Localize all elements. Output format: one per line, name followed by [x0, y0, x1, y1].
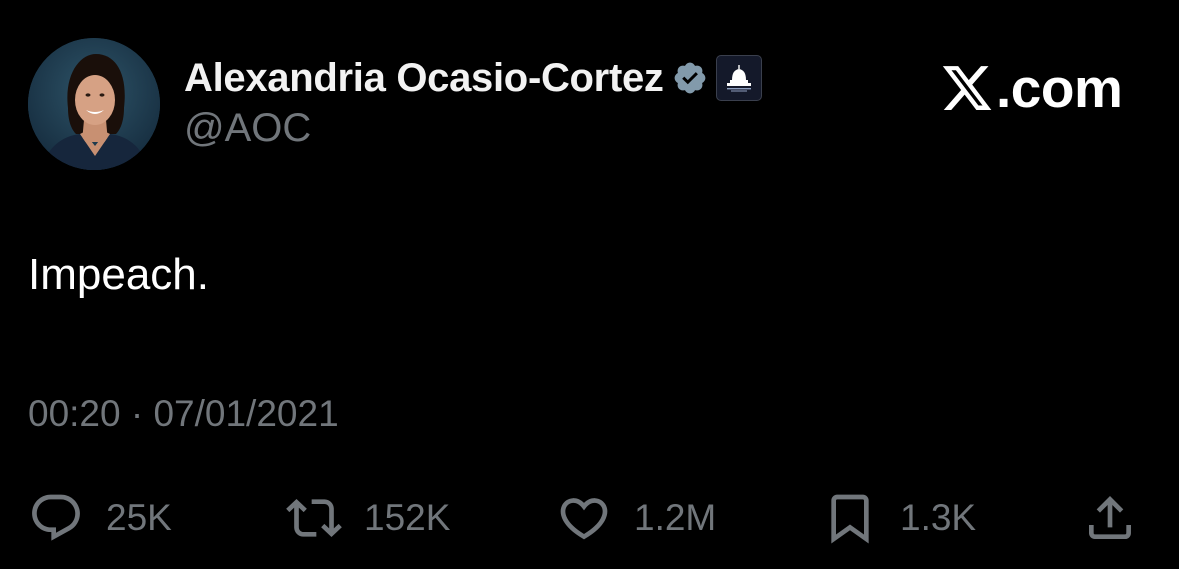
reply-icon — [28, 490, 84, 546]
tweet-text: Impeach. — [28, 250, 209, 299]
author-name-row: Alexandria Ocasio-Cortez — [184, 52, 762, 104]
tweet-actions-bar: 25K 152K 1.2M 1.3K — [0, 486, 1179, 550]
house-democrats-capitol-icon[interactable] — [715, 55, 762, 101]
verified-badge-icon[interactable] — [672, 60, 708, 96]
heart-icon — [556, 490, 612, 546]
repost-count: 152K — [364, 497, 451, 538]
author-display-name[interactable]: Alexandria Ocasio-Cortez — [184, 56, 664, 101]
like-button[interactable]: 1.2M — [556, 486, 716, 550]
share-icon — [1082, 490, 1138, 546]
share-button[interactable] — [1082, 486, 1138, 550]
bookmark-count: 1.3K — [900, 497, 977, 538]
like-count: 1.2M — [634, 497, 717, 538]
reply-count: 25K — [106, 497, 172, 538]
bookmark-button[interactable]: 1.3K — [822, 486, 976, 550]
author-handle[interactable]: @AOC — [184, 106, 311, 151]
x-logo-icon — [940, 61, 994, 115]
bookmark-icon — [822, 490, 878, 546]
reply-button[interactable]: 25K — [28, 486, 172, 550]
x-brand-logo: .com — [940, 56, 1123, 120]
avatar[interactable] — [28, 38, 160, 170]
repost-button[interactable]: 152K — [286, 486, 450, 550]
tweet-timestamp[interactable]: 00:20 · 07/01/2021 — [28, 393, 339, 435]
brand-domain-text: .com — [996, 57, 1123, 119]
repost-icon — [286, 490, 342, 546]
avatar-photo — [28, 38, 160, 170]
